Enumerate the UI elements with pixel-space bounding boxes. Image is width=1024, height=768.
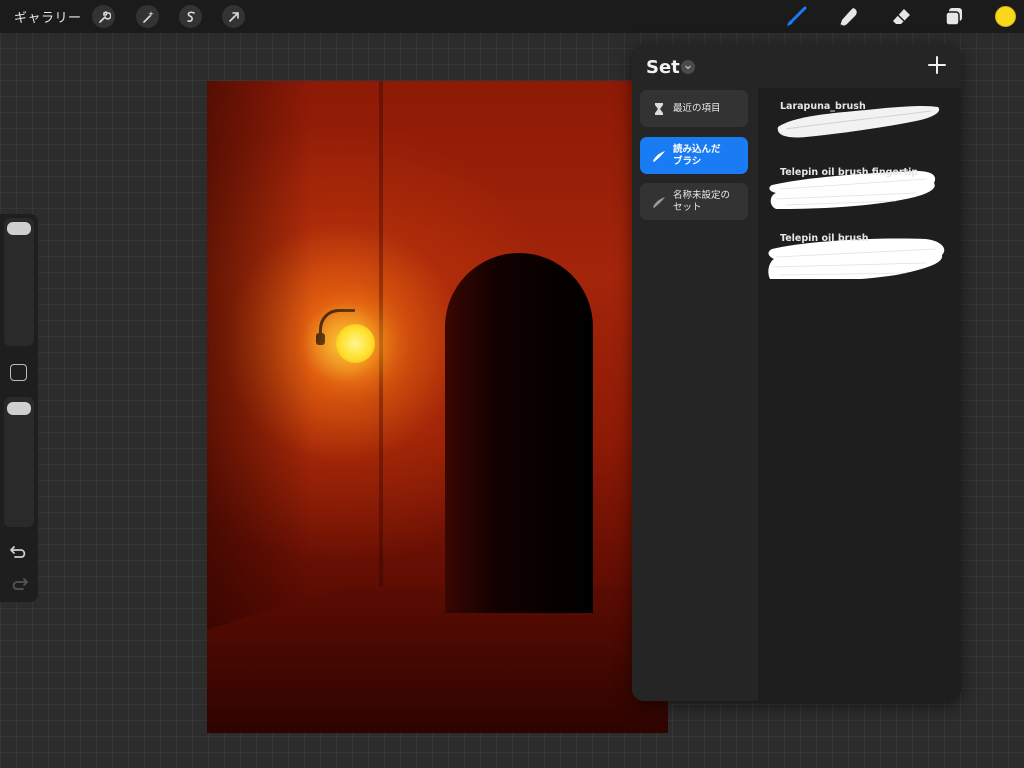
top-toolbar: ギャラリー bbox=[0, 0, 1024, 33]
magic-wand-icon[interactable] bbox=[136, 5, 159, 28]
wrench-icon[interactable] bbox=[92, 5, 115, 28]
set-item-recent[interactable]: 最近の項目 bbox=[640, 90, 748, 127]
left-sidebar bbox=[0, 214, 38, 602]
brush-stroke-icon bbox=[653, 150, 665, 162]
selection-icon[interactable] bbox=[179, 5, 202, 28]
brush-library-title[interactable]: Set bbox=[646, 57, 680, 78]
painting-doorway bbox=[445, 253, 593, 613]
brush-item[interactable]: Telepin oil brush bbox=[766, 221, 951, 279]
brush-item[interactable]: Larapuna_brush bbox=[766, 89, 951, 147]
redo-icon[interactable] bbox=[9, 575, 29, 593]
set-item-label: 名称未設定の bbox=[673, 189, 731, 201]
brush-stroke-icon bbox=[653, 196, 665, 208]
painting-wall-corner bbox=[379, 81, 383, 611]
gallery-button[interactable]: ギャラリー bbox=[14, 7, 82, 26]
layers-icon[interactable] bbox=[942, 5, 966, 29]
brush-library-panel: Set 最近の項目 読み込んだ ブラシ 名称未設定の セット Larapuna_… bbox=[632, 44, 961, 701]
eraser-icon[interactable] bbox=[890, 5, 914, 29]
brush-item[interactable]: Telepin oil brush fingertip bbox=[766, 155, 951, 213]
smudge-icon[interactable] bbox=[837, 5, 861, 29]
brush-size-slider[interactable] bbox=[4, 218, 34, 346]
painting-lamp-base bbox=[316, 333, 325, 345]
transform-arrow-icon[interactable] bbox=[222, 5, 245, 28]
plus-icon[interactable] bbox=[926, 54, 948, 76]
drawing-canvas[interactable] bbox=[207, 81, 668, 733]
brush-stroke-preview bbox=[768, 238, 945, 279]
set-item-label: 読み込んだ bbox=[673, 143, 721, 155]
set-item-label: セット bbox=[673, 201, 702, 213]
set-item-untitled-set[interactable]: 名称未設定の セット bbox=[640, 183, 748, 220]
brush-name: Telepin oil brush fingertip bbox=[780, 167, 919, 178]
brush-stroke-preview bbox=[769, 171, 936, 209]
painting-lamp-bulb bbox=[336, 324, 375, 363]
brush-name: Larapuna_brush bbox=[780, 101, 866, 112]
hourglass-icon bbox=[655, 102, 663, 115]
color-picker-button[interactable] bbox=[995, 6, 1016, 27]
set-item-label: 最近の項目 bbox=[673, 102, 721, 114]
square-icon[interactable] bbox=[10, 364, 27, 381]
opacity-handle[interactable] bbox=[7, 402, 31, 415]
opacity-slider[interactable] bbox=[4, 397, 34, 527]
chevron-down-icon[interactable] bbox=[681, 60, 695, 74]
brush-name: Telepin oil brush bbox=[780, 233, 869, 244]
brush-stroke-preview bbox=[777, 105, 940, 138]
brush-icon[interactable] bbox=[784, 5, 808, 29]
set-item-label: ブラシ bbox=[673, 155, 702, 167]
set-item-imported-brushes[interactable]: 読み込んだ ブラシ bbox=[640, 137, 748, 174]
brush-size-handle[interactable] bbox=[7, 222, 31, 235]
undo-icon[interactable] bbox=[9, 543, 29, 561]
